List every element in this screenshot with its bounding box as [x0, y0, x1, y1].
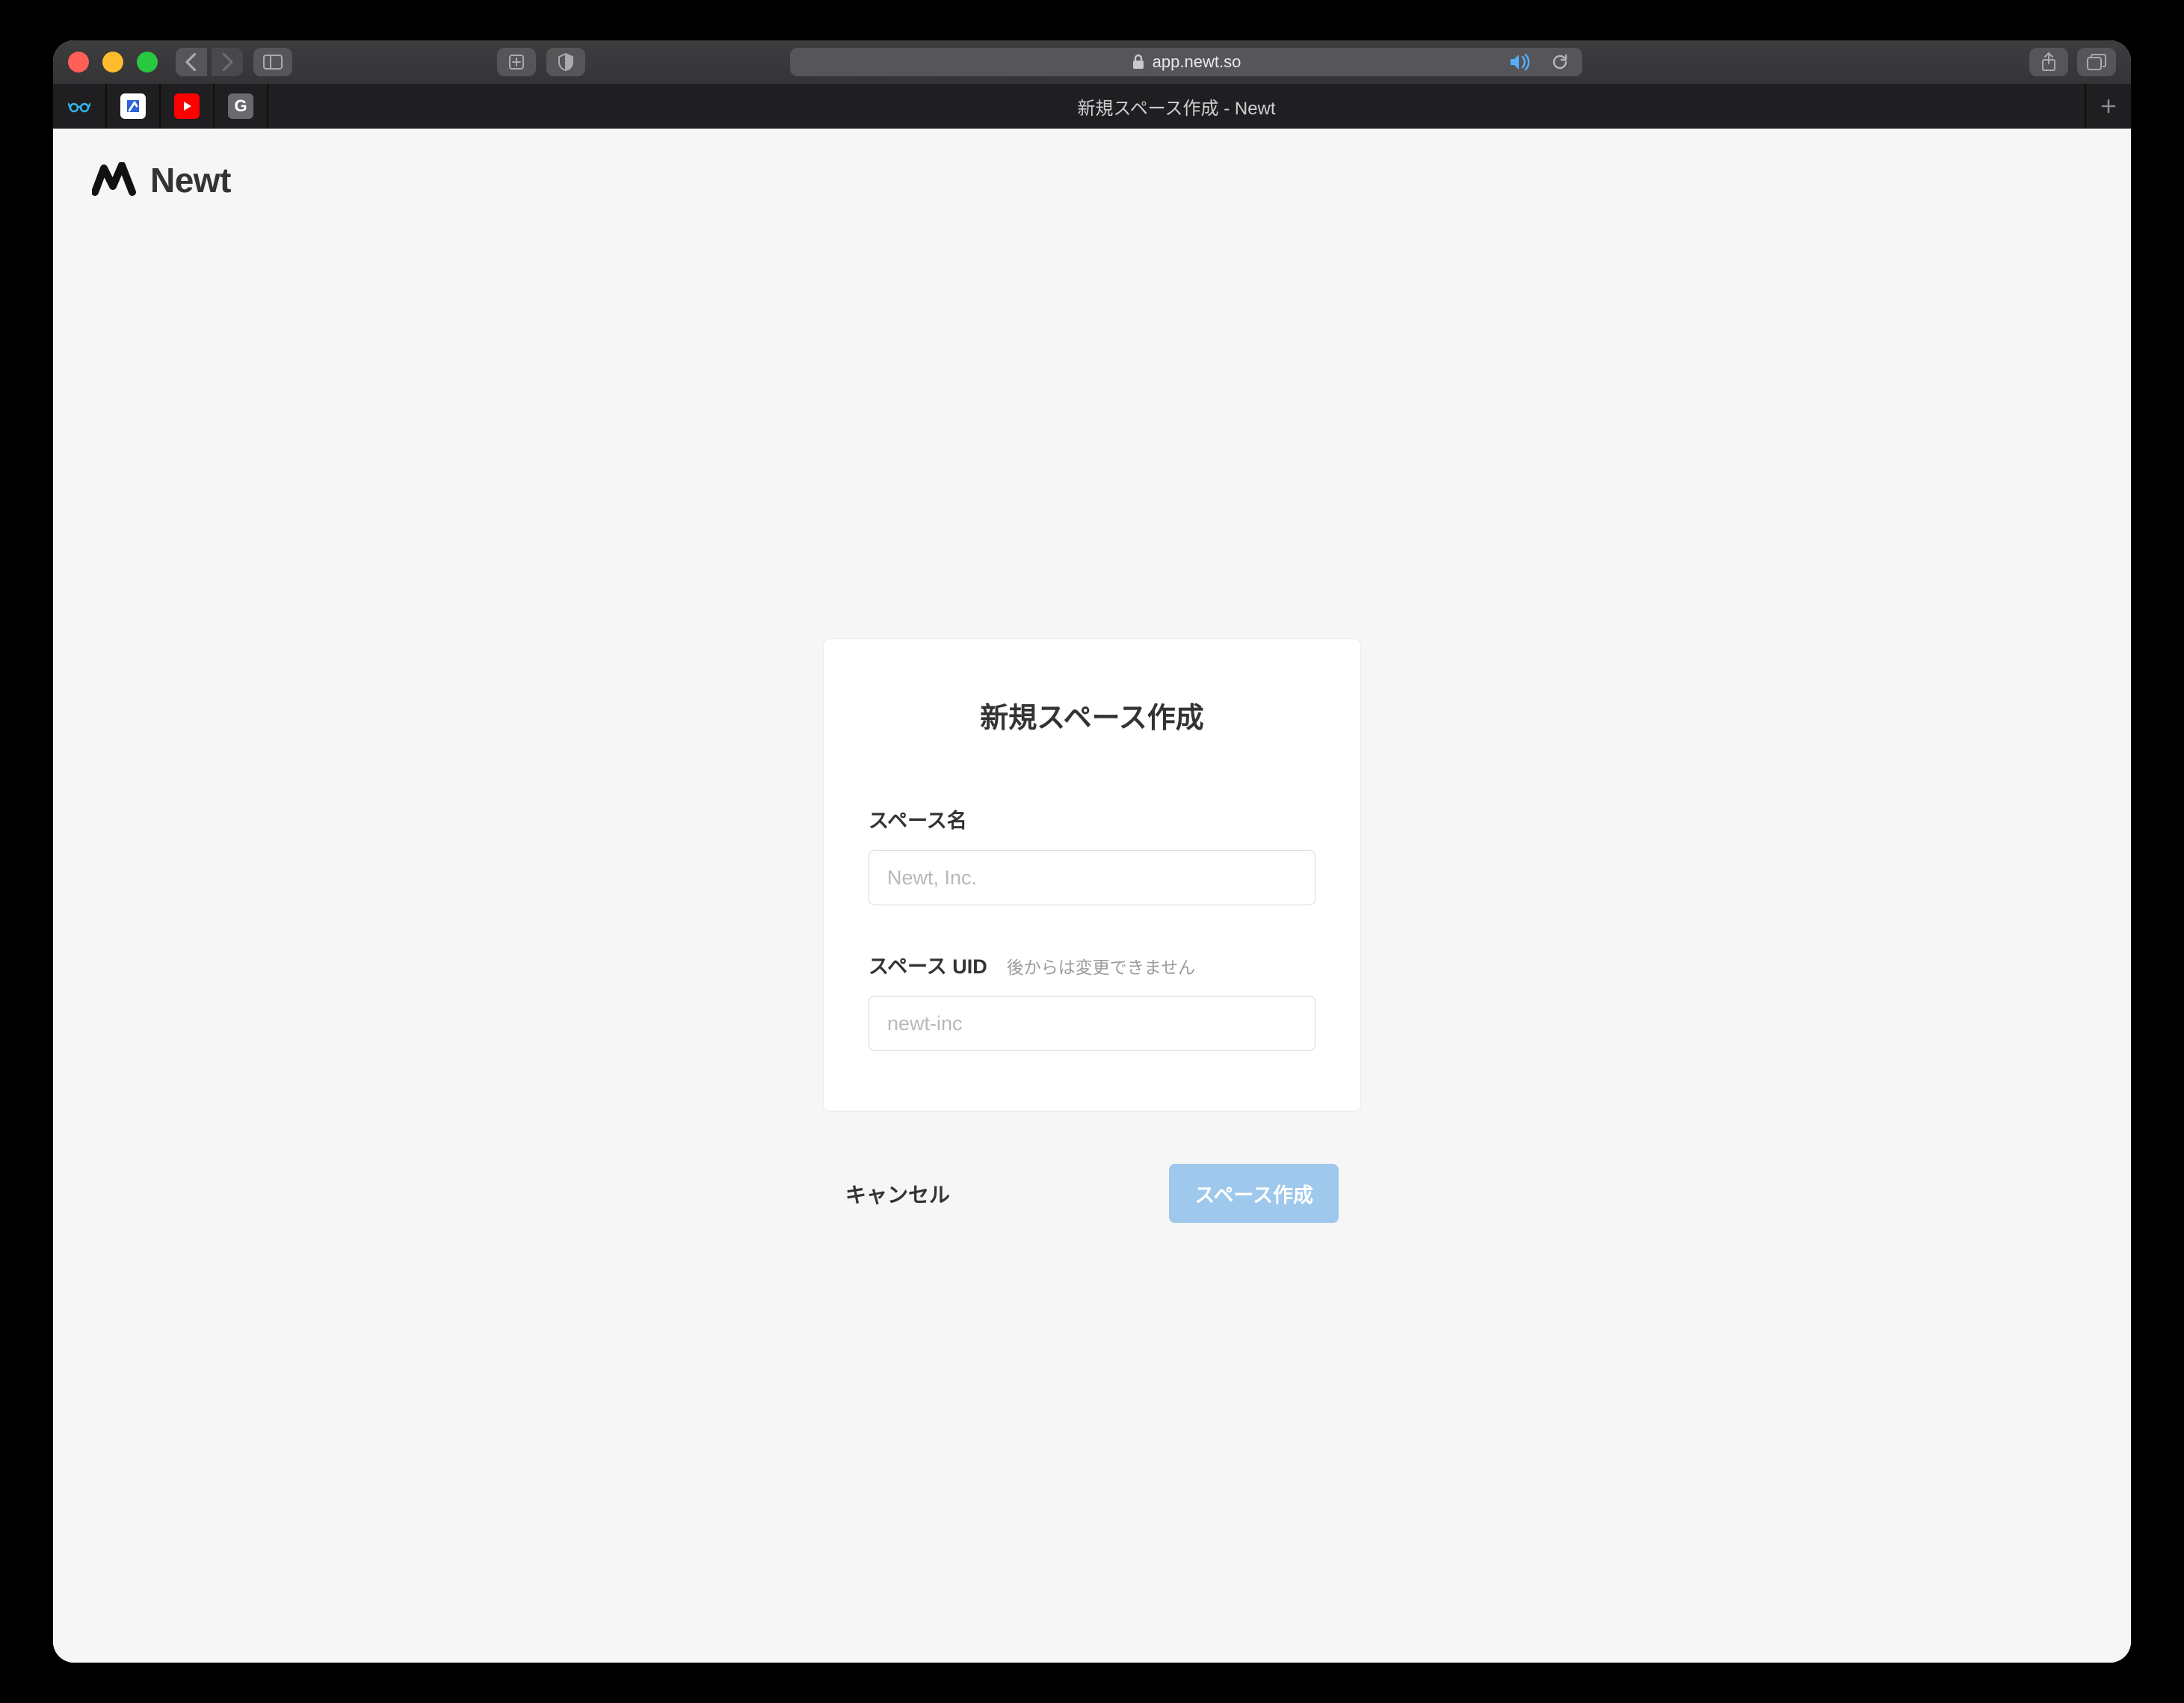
active-tab[interactable]: 新規スペース作成 - Newt: [268, 84, 2085, 129]
minimize-window-button[interactable]: [102, 52, 123, 73]
lock-icon: [1132, 54, 1145, 70]
titlebar-right: [2029, 48, 2116, 76]
form-actions: キャンセル スペース作成: [823, 1164, 1361, 1223]
window-controls: [68, 52, 158, 73]
create-space-button[interactable]: スペース作成: [1169, 1164, 1339, 1223]
browser-window: app.newt.so G 新規スペース作成 - Newt: [53, 40, 2131, 1663]
privacy-shield-button[interactable]: [546, 48, 585, 76]
reload-icon[interactable]: [1551, 53, 1569, 71]
space-uid-hint: 後からは変更できません: [1007, 953, 1195, 979]
extension-button[interactable]: [497, 48, 536, 76]
tab-title: 新規スペース作成 - Newt: [1077, 93, 1275, 120]
share-button[interactable]: [2029, 48, 2068, 76]
form-title: 新規スペース作成: [869, 695, 1315, 736]
page-content: Newt 新規スペース作成 スペース名 スペース UID 後からは変更できません: [53, 129, 2131, 1663]
create-space-card: 新規スペース作成 スペース名 スペース UID 後からは変更できません: [823, 638, 1361, 1112]
nav-buttons: [176, 48, 243, 76]
tab-strip: G 新規スペース作成 - Newt: [53, 84, 2131, 129]
brand-name: Newt: [150, 160, 231, 200]
back-button[interactable]: [176, 48, 207, 76]
sound-icon[interactable]: [1509, 53, 1531, 71]
space-name-input[interactable]: [869, 850, 1315, 905]
forward-button[interactable]: [212, 48, 243, 76]
titlebar: app.newt.so: [53, 40, 2131, 84]
pinned-tab-1[interactable]: [53, 84, 107, 129]
sidebar-toggle-button[interactable]: [253, 48, 292, 76]
space-uid-field: スペース UID 後からは変更できません: [869, 950, 1315, 1051]
form-wrapper: 新規スペース作成 スペース名 スペース UID 後からは変更できません キ: [823, 638, 1361, 1223]
space-uid-input[interactable]: [869, 996, 1315, 1051]
tabs-overview-button[interactable]: [2077, 48, 2116, 76]
newt-logo-icon: [92, 162, 138, 198]
space-uid-label: スペース UID: [869, 950, 987, 979]
fullscreen-window-button[interactable]: [137, 52, 158, 73]
close-window-button[interactable]: [68, 52, 89, 73]
address-bar[interactable]: app.newt.so: [790, 48, 1582, 76]
pinned-tab-3[interactable]: [161, 84, 215, 129]
url-host: app.newt.so: [1153, 52, 1241, 72]
pinned-tab-4[interactable]: G: [215, 84, 268, 129]
pinned-tab-2[interactable]: [107, 84, 161, 129]
new-tab-button[interactable]: [2085, 84, 2131, 129]
cancel-button[interactable]: キャンセル: [845, 1178, 950, 1208]
space-name-field: スペース名: [869, 804, 1315, 905]
brand[interactable]: Newt: [92, 160, 231, 200]
space-name-label: スペース名: [869, 804, 967, 834]
